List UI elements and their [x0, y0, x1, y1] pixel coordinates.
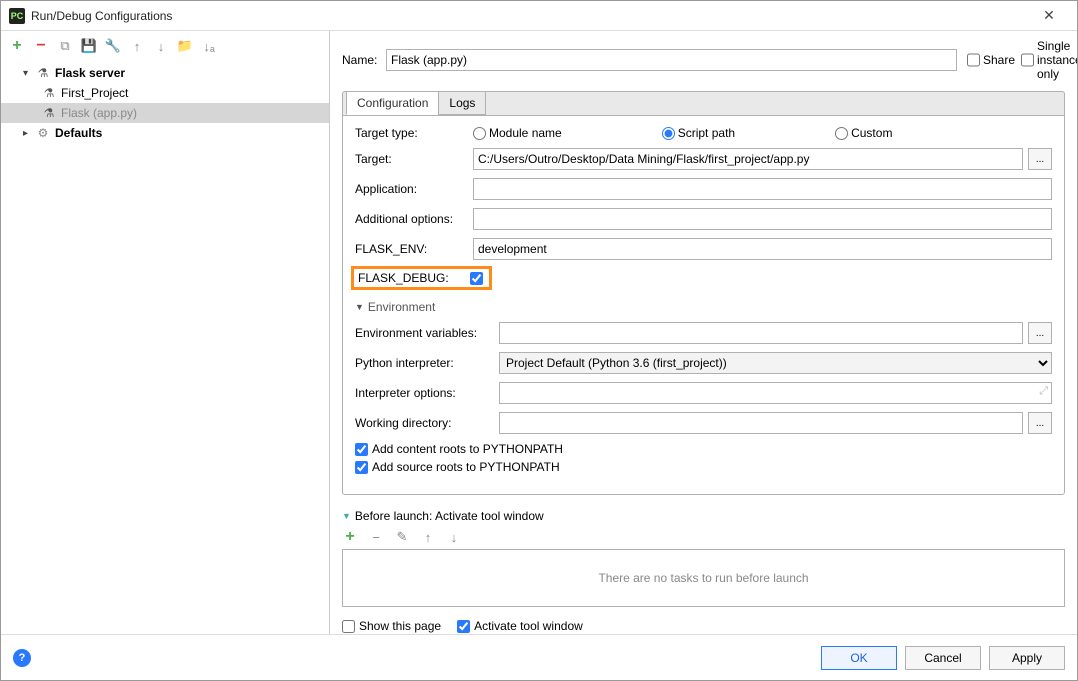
env-vars-browse-button[interactable]: ...	[1028, 322, 1052, 344]
show-page-checkbox[interactable]	[342, 620, 355, 633]
chevron-right-icon: ▸	[23, 128, 35, 139]
save-icon[interactable]: 💾	[81, 38, 97, 54]
target-input[interactable]	[473, 148, 1023, 170]
working-dir-input[interactable]	[499, 412, 1023, 434]
flask-icon	[35, 65, 51, 81]
chevron-down-icon[interactable]: ▼	[342, 511, 351, 521]
main-panel: Name: Share Single instance only Configu…	[330, 31, 1077, 634]
target-type-label: Target type:	[355, 126, 473, 140]
flask-env-label: FLASK_ENV:	[355, 242, 473, 256]
application-input[interactable]	[473, 178, 1052, 200]
flask-debug-highlight: FLASK_DEBUG:	[351, 266, 492, 290]
interpreter-select[interactable]: Project Default (Python 3.6 (first_proje…	[499, 352, 1052, 374]
name-input[interactable]	[386, 49, 957, 71]
name-label: Name:	[342, 53, 386, 67]
before-launch-empty: There are no tasks to run before launch	[598, 571, 808, 585]
content-roots-checkbox[interactable]	[355, 443, 368, 456]
environment-header: Environment	[368, 300, 435, 314]
tree-item-first-project[interactable]: First_Project	[1, 83, 329, 103]
cancel-button[interactable]: Cancel	[905, 646, 981, 670]
activate-tool-label: Activate tool window	[474, 619, 583, 633]
module-name-label: Module name	[489, 126, 562, 140]
add-task-icon[interactable]: +	[342, 529, 358, 545]
gear-icon	[35, 125, 51, 141]
down-icon[interactable]: ↓	[153, 38, 169, 54]
target-label: Target:	[355, 152, 473, 166]
before-launch-list: There are no tasks to run before launch	[342, 549, 1065, 607]
app-icon: PC	[9, 8, 25, 24]
tree-item-flask-app[interactable]: Flask (app.py)	[1, 103, 329, 123]
working-dir-label: Working directory:	[355, 416, 499, 430]
window-title: Run/Debug Configurations	[31, 9, 1029, 23]
interpreter-label: Python interpreter:	[355, 356, 499, 370]
single-instance-label: Single instance only	[1037, 39, 1077, 81]
tabs: Configuration Logs	[342, 91, 1065, 115]
down-task-icon[interactable]: ↓	[446, 529, 462, 545]
activate-tool-checkbox[interactable]	[457, 620, 470, 633]
up-icon[interactable]: ↑	[129, 38, 145, 54]
add-icon[interactable]: +	[9, 38, 25, 54]
chevron-down-icon: ▾	[23, 68, 35, 79]
content-roots-label: Add content roots to PYTHONPATH	[372, 442, 563, 456]
tree-group-label: Defaults	[55, 126, 102, 140]
flask-debug-checkbox[interactable]	[470, 272, 483, 285]
folder-icon[interactable]: 📁	[177, 38, 193, 54]
ok-button[interactable]: OK	[821, 646, 897, 670]
source-roots-checkbox[interactable]	[355, 461, 368, 474]
help-icon[interactable]: ?	[13, 649, 31, 667]
flask-debug-label: FLASK_DEBUG:	[358, 271, 470, 285]
flask-icon	[41, 85, 57, 101]
wrench-icon[interactable]: 🔧	[105, 38, 121, 54]
target-browse-button[interactable]: ...	[1028, 148, 1052, 170]
tree-group-label: Flask server	[55, 66, 125, 80]
custom-label: Custom	[851, 126, 892, 140]
additional-options-label: Additional options:	[355, 212, 473, 226]
tab-logs[interactable]: Logs	[438, 91, 486, 115]
remove-task-icon[interactable]: −	[368, 529, 384, 545]
source-roots-label: Add source roots to PYTHONPATH	[372, 460, 560, 474]
close-icon[interactable]: ✕	[1029, 2, 1069, 30]
title-bar: PC Run/Debug Configurations ✕	[1, 1, 1077, 31]
tree-group-flask-server[interactable]: ▾ Flask server	[1, 63, 329, 83]
tree-item-label: First_Project	[61, 86, 128, 100]
share-checkbox[interactable]	[967, 49, 980, 71]
application-label: Application:	[355, 182, 473, 196]
single-instance-checkbox[interactable]	[1021, 49, 1034, 71]
sidebar-toolbar: + − ⧉ 💾 🔧 ↑ ↓ 📁 ↓ₐ	[1, 31, 329, 61]
additional-options-input[interactable]	[473, 208, 1052, 230]
flask-env-input[interactable]	[473, 238, 1052, 260]
show-page-label: Show this page	[359, 619, 441, 633]
chevron-down-icon[interactable]: ▼	[355, 302, 364, 312]
remove-icon[interactable]: −	[33, 38, 49, 54]
tab-configuration[interactable]: Configuration	[346, 91, 439, 115]
apply-button[interactable]: Apply	[989, 646, 1065, 670]
working-dir-browse-button[interactable]: ...	[1028, 412, 1052, 434]
script-path-label: Script path	[678, 126, 735, 140]
tree-group-defaults[interactable]: ▸ Defaults	[1, 123, 329, 143]
module-name-radio[interactable]	[473, 127, 486, 140]
before-launch-header: Before launch: Activate tool window	[355, 509, 544, 523]
env-vars-input[interactable]	[499, 322, 1023, 344]
tree: ▾ Flask server First_Project Flask (app.…	[1, 61, 329, 634]
sort-icon[interactable]: ↓ₐ	[201, 38, 217, 54]
env-vars-label: Environment variables:	[355, 326, 499, 340]
tree-item-label: Flask (app.py)	[61, 106, 137, 120]
copy-icon[interactable]: ⧉	[57, 38, 73, 54]
up-task-icon[interactable]: ↑	[420, 529, 436, 545]
share-label: Share	[983, 53, 1015, 67]
edit-task-icon[interactable]: ✎	[394, 529, 410, 545]
sidebar: + − ⧉ 💾 🔧 ↑ ↓ 📁 ↓ₐ ▾ Flask server First_…	[1, 31, 330, 634]
script-path-radio[interactable]	[662, 127, 675, 140]
custom-radio[interactable]	[835, 127, 848, 140]
flask-icon	[41, 105, 57, 121]
interp-options-label: Interpreter options:	[355, 386, 499, 400]
interp-options-input[interactable]	[499, 382, 1052, 404]
